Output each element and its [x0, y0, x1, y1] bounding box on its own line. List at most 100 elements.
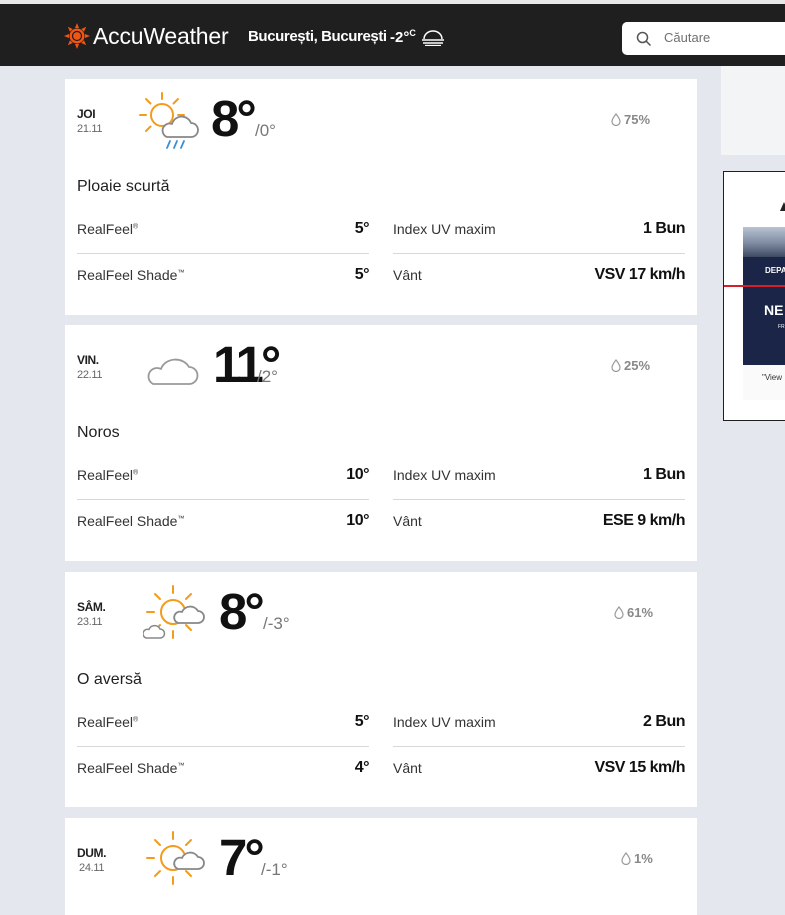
- ad-panel: NE FR: [743, 287, 785, 365]
- search-box[interactable]: [622, 22, 785, 55]
- precipitation: 1%: [621, 851, 653, 866]
- day-date: 21.11: [77, 123, 103, 135]
- realfeel-shade-value: 5°: [354, 266, 370, 283]
- low-temperature: /0°: [255, 121, 276, 140]
- sidebar-panel: [721, 66, 785, 155]
- realfeel-shade-label: RealFeel Shade™: [77, 513, 184, 529]
- precipitation-value: 61%: [627, 605, 654, 620]
- uv-index-row: Index UV maxim 2 Bun: [393, 700, 685, 747]
- realfeel-shade-row: RealFeel Shade™ 10°: [77, 499, 369, 545]
- wind-label: Vânt: [393, 267, 422, 283]
- day-date: 22.11: [77, 369, 103, 381]
- current-temp-value: -2°: [390, 29, 410, 46]
- sun-logo-icon: [64, 23, 90, 49]
- realfeel-shade-value: 4°: [354, 759, 370, 776]
- precipitation: 61%: [614, 605, 653, 620]
- raindrop-icon: [621, 852, 631, 865]
- low-temperature: /-1°: [261, 860, 288, 879]
- day-name: DUM.: [77, 846, 107, 860]
- realfeel-shade-trademark: ™: [177, 269, 185, 277]
- realfeel-shade-row: RealFeel Shade™ 5°: [77, 253, 370, 299]
- partly-sunny-icon: [146, 831, 205, 885]
- uv-index-row: Index UV maxim 1 Bun: [393, 207, 685, 254]
- ad-footer-text: "View: [762, 373, 783, 382]
- daily-forecast-card[interactable]: DUM. 24.11 7° /-1° 1%: [65, 818, 697, 915]
- realfeel-label-text: RealFeel: [77, 221, 134, 237]
- day-name: JOI: [77, 107, 96, 121]
- search-icon: [636, 31, 652, 47]
- uv-index-label: Index UV maxim: [393, 467, 496, 483]
- realfeel-label-text: RealFeel: [77, 714, 134, 730]
- current-temperature[interactable]: -2°C: [390, 28, 416, 46]
- high-temperature: 7°: [219, 829, 265, 886]
- uv-index-row: Index UV maxim 1 Bun: [393, 453, 685, 500]
- high-temperature: 8°: [219, 583, 265, 640]
- low-temperature: /2°: [257, 367, 278, 386]
- uv-index-label: Index UV maxim: [393, 221, 496, 237]
- high-temperature: 8°: [211, 90, 257, 147]
- ad-band-text: DEPA: [765, 266, 785, 275]
- realfeel-label: RealFeel®: [77, 714, 138, 730]
- ad-logo-icon: [780, 202, 785, 211]
- wind-value: VSV 17 km/h: [594, 266, 685, 283]
- daily-forecast-card[interactable]: JOI 21.11 8° /0° 75% Ploaie scurtă RealF…: [65, 79, 697, 315]
- realfeel-shade-label: RealFeel Shade™: [77, 267, 184, 283]
- raindrop-icon: [611, 113, 621, 126]
- low-temperature: /-3°: [263, 614, 290, 633]
- precipitation: 25%: [611, 358, 650, 373]
- realfeel-shade-value: 10°: [346, 512, 369, 529]
- realfeel-row: RealFeel® 10°: [77, 453, 369, 500]
- ad-headline: NE: [764, 302, 784, 318]
- raindrop-icon: [614, 606, 624, 619]
- advertisement[interactable]: DEPA NE FR "View: [723, 171, 785, 421]
- current-temp-unit: C: [409, 28, 416, 38]
- realfeel-shade-row: RealFeel Shade™ 4°: [77, 746, 370, 792]
- uv-index-value: 2 Bun: [643, 713, 685, 730]
- brand-name: AccuWeather: [93, 22, 229, 49]
- uv-index-value: 1 Bun: [643, 220, 685, 237]
- search-input[interactable]: [664, 30, 784, 45]
- weather-phrase: O aversă: [77, 671, 142, 688]
- realfeel-row: RealFeel® 5°: [77, 207, 370, 254]
- realfeel-shade-label-text: RealFeel Shade: [77, 267, 178, 283]
- wind-row: Vânt VSV 17 km/h: [393, 253, 685, 299]
- realfeel-label: RealFeel®: [77, 221, 138, 237]
- realfeel-value: 5°: [354, 713, 370, 730]
- realfeel-trademark: ®: [133, 223, 139, 231]
- realfeel-shade-label-text: RealFeel Shade: [77, 513, 178, 529]
- partly-sunny-rain-icon: [139, 92, 199, 149]
- wind-row: Vânt ESE 9 km/h: [393, 499, 686, 545]
- ad-subtext: FR: [778, 324, 785, 330]
- realfeel-trademark: ®: [133, 469, 139, 477]
- weather-phrase: Noros: [77, 424, 120, 441]
- realfeel-shade-trademark: ™: [177, 762, 185, 770]
- daily-forecast-card[interactable]: SÂM. 23.11 8° /-3° 61% O aversă RealFeel…: [65, 572, 697, 807]
- raindrop-icon: [611, 359, 621, 372]
- realfeel-value: 5°: [354, 220, 370, 237]
- day-name: VIN.: [77, 353, 99, 367]
- uv-index-value: 1 Bun: [643, 466, 685, 483]
- day-date: 23.11: [77, 616, 103, 628]
- daily-forecast-card[interactable]: VIN. 22.11 11° /2° 25% Noros RealFeel® 1…: [65, 325, 697, 561]
- precipitation: 75%: [611, 112, 650, 127]
- accuweather-logo[interactable]: AccuWeather: [64, 22, 229, 50]
- partly-sunny-showers-icon: [143, 585, 205, 639]
- ad-band: DEPA: [743, 257, 785, 287]
- uv-index-label: Index UV maxim: [393, 714, 496, 730]
- realfeel-label-text: RealFeel: [77, 467, 134, 483]
- fog-icon: [422, 30, 444, 46]
- location-name[interactable]: București, București: [248, 28, 387, 45]
- realfeel-row: RealFeel® 5°: [77, 700, 370, 747]
- realfeel-trademark: ®: [133, 716, 139, 724]
- realfeel-shade-label-text: RealFeel Shade: [77, 760, 178, 776]
- day-name: SÂM.: [77, 600, 106, 614]
- wind-label: Vânt: [393, 760, 422, 776]
- wind-label: Vânt: [393, 513, 422, 529]
- realfeel-label: RealFeel®: [77, 467, 138, 483]
- precipitation-value: 1%: [634, 851, 653, 866]
- precipitation-value: 75%: [624, 112, 651, 127]
- realfeel-shade-label: RealFeel Shade™: [77, 760, 184, 776]
- precipitation-value: 25%: [624, 358, 651, 373]
- wind-row: Vânt VSV 15 km/h: [393, 746, 685, 792]
- site-header: AccuWeather București, București -2°C: [0, 0, 785, 66]
